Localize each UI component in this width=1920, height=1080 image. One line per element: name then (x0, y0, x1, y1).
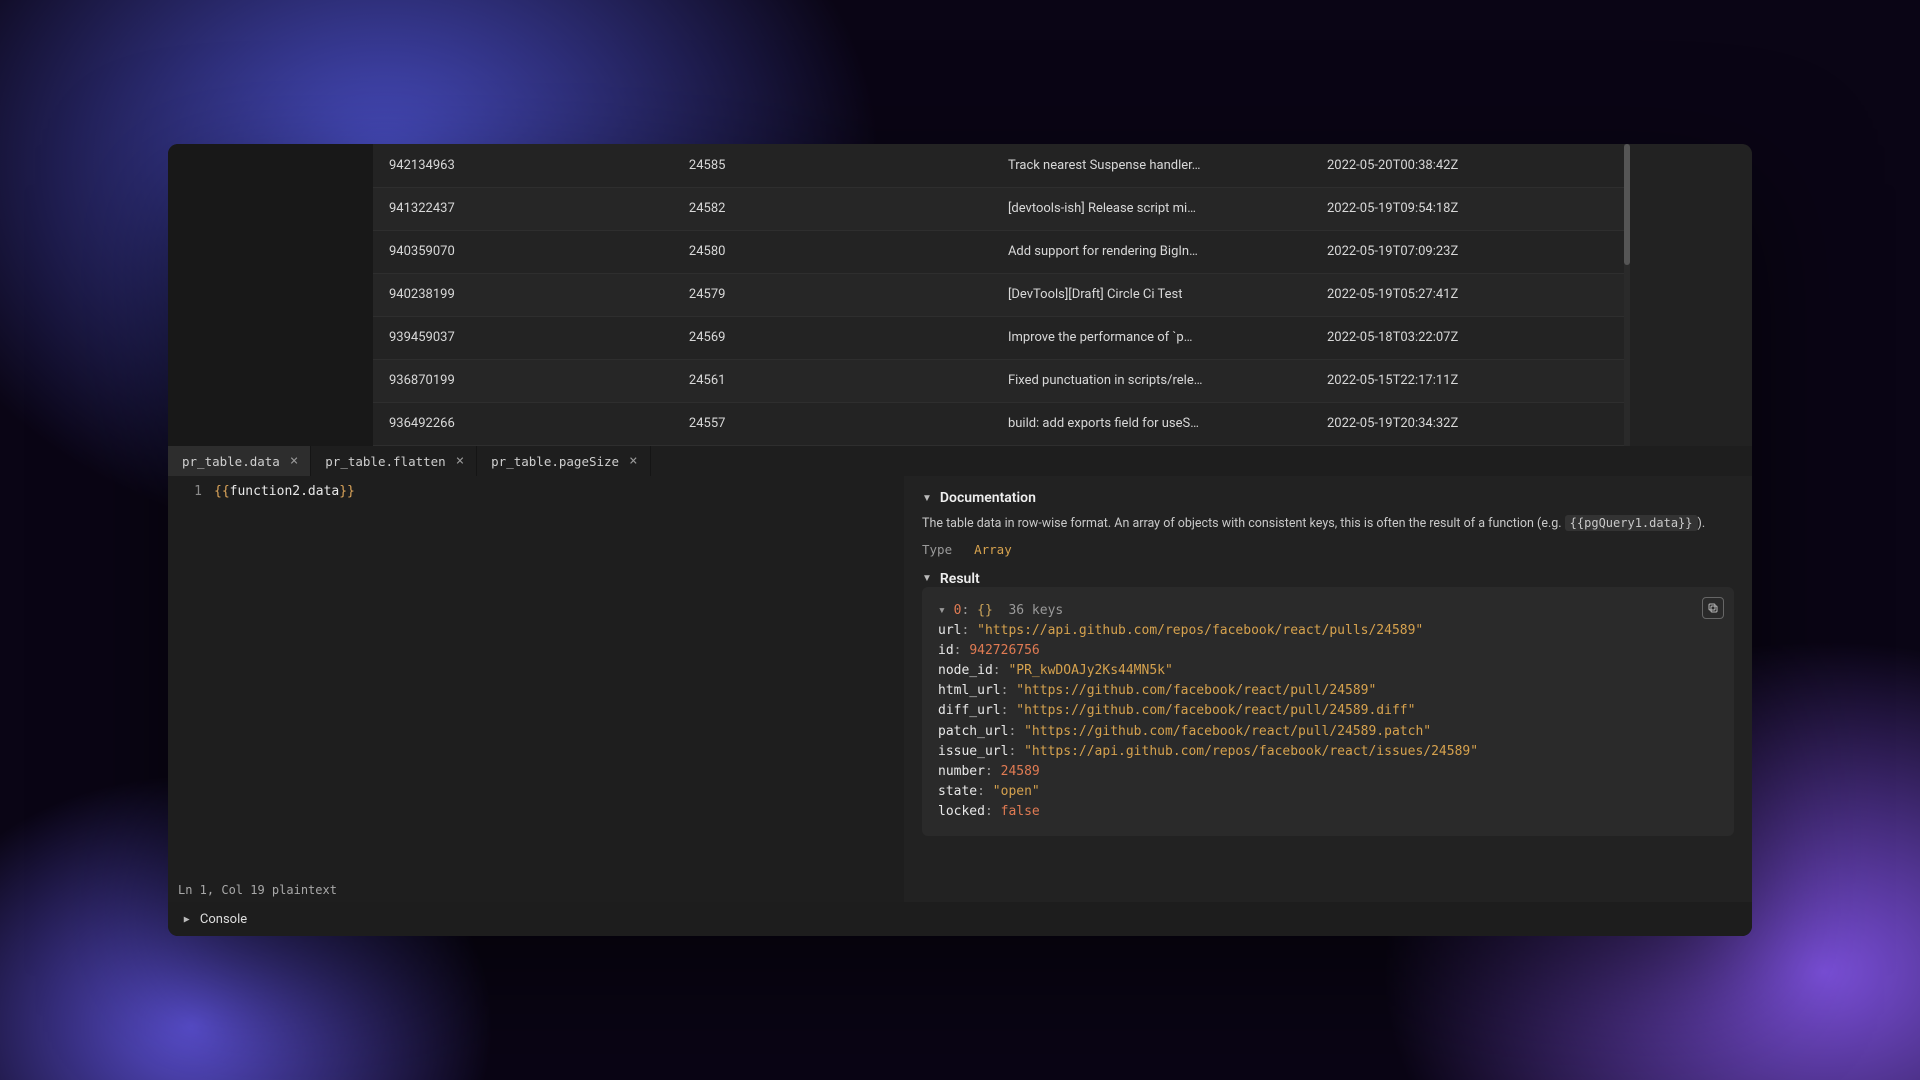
code-editor[interactable]: 1 {{function2.data}} (168, 476, 904, 878)
cell-id: 941322437 (373, 187, 673, 230)
editor-tab[interactable]: pr_table.data × (168, 446, 311, 476)
table-row[interactable]: 94132243724582[devtools-ish] Release scr… (373, 187, 1630, 230)
cell-id: 936870199 (373, 359, 673, 402)
cell-title: Track nearest Suspense handler… (992, 144, 1311, 187)
right-gutter (1630, 144, 1752, 446)
close-icon[interactable]: × (456, 453, 464, 469)
editor-tabs: pr_table.data×pr_table.flatten×pr_table.… (168, 446, 1752, 476)
result-line: node_id: "PR_kwDOAJy2Ks44MN5k" (938, 661, 1718, 681)
result-line: issue_url: "https://api.github.com/repos… (938, 742, 1718, 762)
type-value: Array (974, 542, 1012, 557)
cell-number: 24569 (673, 316, 992, 359)
table-row[interactable]: 93687019924561Fixed punctuation in scrip… (373, 359, 1630, 402)
chevron-down-icon: ▼ (922, 493, 932, 504)
cell-number: 24579 (673, 273, 992, 316)
cell-timestamp: 2022-05-19T07:09:23Z (1311, 230, 1630, 273)
table-row[interactable]: 93945903724569Improve the performance of… (373, 316, 1630, 359)
result-object-header[interactable]: ▾ 0: {} 36 keys (938, 601, 1718, 621)
cell-number: 24557 (673, 402, 992, 445)
documentation-body: The table data in row-wise format. An ar… (922, 514, 1734, 534)
result-line: number: 24589 (938, 762, 1718, 782)
mid-area: 1 {{function2.data}} Ln 1, Col 19 plaint… (168, 476, 1752, 902)
cell-timestamp: 2022-05-15T22:17:11Z (1311, 359, 1630, 402)
cell-title: build: add exports field for useS… (992, 402, 1311, 445)
chevron-up-icon: ▼ (181, 914, 192, 924)
cell-timestamp: 2022-05-19T20:34:32Z (1311, 402, 1630, 445)
cell-title: Improve the performance of `p… (992, 316, 1311, 359)
editor-status: Ln 1, Col 19 plaintext (168, 878, 904, 902)
pr-table: 94213496324585Track nearest Suspense han… (373, 144, 1630, 446)
tab-label: pr_table.pageSize (491, 454, 619, 469)
cell-number: 24580 (673, 230, 992, 273)
left-sidebar (168, 144, 373, 446)
editor-tab[interactable]: pr_table.flatten × (311, 446, 477, 476)
cell-timestamp: 2022-05-20T00:38:42Z (1311, 144, 1630, 187)
tab-label: pr_table.flatten (325, 454, 445, 469)
documentation-title: Documentation (940, 490, 1036, 506)
line-gutter: 1 (168, 482, 214, 878)
top-area: 94213496324585Track nearest Suspense han… (168, 144, 1752, 446)
result-line: state: "open" (938, 782, 1718, 802)
documentation-header[interactable]: ▼ Documentation (922, 490, 1734, 506)
result-line: url: "https://api.github.com/repos/faceb… (938, 621, 1718, 641)
close-icon[interactable]: × (290, 453, 298, 469)
inspector-pane: ▼ Documentation The table data in row-wi… (904, 476, 1752, 902)
result-header[interactable]: ▼ Result (922, 571, 1734, 587)
result-line: patch_url: "https://github.com/facebook/… (938, 722, 1718, 742)
app-window: 94213496324585Track nearest Suspense han… (168, 144, 1752, 936)
table-row[interactable]: 94213496324585Track nearest Suspense han… (373, 144, 1630, 187)
chevron-down-icon: ▼ (922, 573, 932, 584)
copy-button[interactable] (1702, 597, 1724, 619)
result-line: locked: false (938, 802, 1718, 822)
cell-id: 942134963 (373, 144, 673, 187)
cell-title: Fixed punctuation in scripts/rele… (992, 359, 1311, 402)
cell-number: 24582 (673, 187, 992, 230)
cell-id: 936492266 (373, 402, 673, 445)
tab-label: pr_table.data (182, 454, 280, 469)
result-line: diff_url: "https://github.com/facebook/r… (938, 701, 1718, 721)
result-line: html_url: "https://github.com/facebook/r… (938, 681, 1718, 701)
documentation-section: ▼ Documentation The table data in row-wi… (922, 490, 1734, 557)
console-label: Console (200, 912, 247, 927)
result-line: id: 942726756 (938, 641, 1718, 661)
cell-title: [devtools-ish] Release script mi… (992, 187, 1311, 230)
close-icon[interactable]: × (629, 453, 637, 469)
cell-id: 940359070 (373, 230, 673, 273)
type-row: Type Array (922, 542, 1734, 557)
table-scrollbar[interactable] (1624, 144, 1630, 446)
result-box: ▾ 0: {} 36 keys url: "https://api.github… (922, 587, 1734, 837)
doc-code-example: {{pgQuery1.data}} (1565, 515, 1698, 531)
cell-number: 24561 (673, 359, 992, 402)
copy-icon (1707, 602, 1719, 614)
type-label: Type (922, 542, 952, 557)
scrollbar-thumb[interactable] (1624, 144, 1630, 265)
table-row[interactable]: 93649226624557build: add exports field f… (373, 402, 1630, 445)
cell-timestamp: 2022-05-18T03:22:07Z (1311, 316, 1630, 359)
data-table: 94213496324585Track nearest Suspense han… (373, 144, 1630, 446)
cell-id: 940238199 (373, 273, 673, 316)
editor-tab[interactable]: pr_table.pageSize × (477, 446, 650, 476)
cell-timestamp: 2022-05-19T05:27:41Z (1311, 273, 1630, 316)
table-row[interactable]: 94023819924579[DevTools][Draft] Circle C… (373, 273, 1630, 316)
code-line: {{function2.data}} (214, 482, 355, 878)
result-title: Result (940, 571, 980, 587)
result-section: ▼ Result ▾ 0: {} 36 keys url: "https://a… (922, 571, 1734, 837)
cell-title: [DevTools][Draft] Circle Ci Test (992, 273, 1311, 316)
cell-id: 939459037 (373, 316, 673, 359)
table-row[interactable]: 94035907024580Add support for rendering … (373, 230, 1630, 273)
console-toggle[interactable]: ▼ Console (168, 902, 1752, 936)
cell-timestamp: 2022-05-19T09:54:18Z (1311, 187, 1630, 230)
editor-pane: 1 {{function2.data}} Ln 1, Col 19 plaint… (168, 476, 904, 902)
cell-title: Add support for rendering BigIn… (992, 230, 1311, 273)
cell-number: 24585 (673, 144, 992, 187)
